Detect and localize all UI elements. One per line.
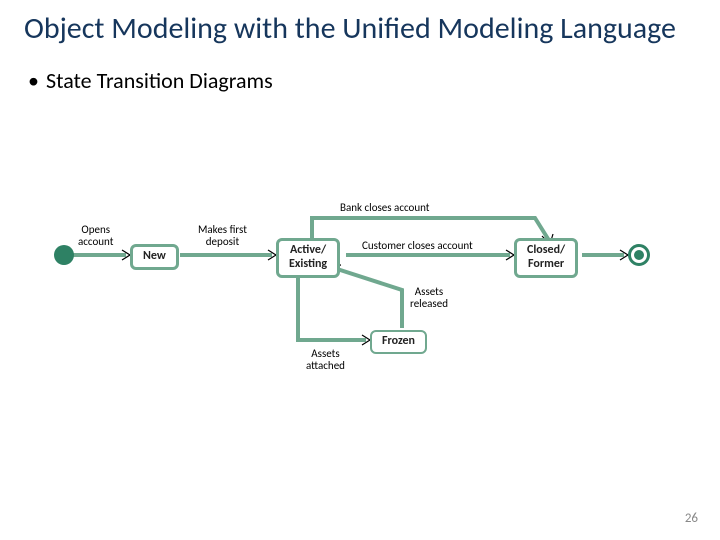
label-line: Assets	[311, 347, 339, 360]
label-line: Opens	[81, 223, 110, 236]
label-line: attached	[306, 359, 345, 372]
label-line: Makes first	[198, 223, 247, 236]
transition-assets-attached: Assets attached	[306, 348, 345, 372]
label-line: released	[410, 297, 448, 310]
label-line: account	[78, 235, 113, 248]
transition-customer-closes: Customer closes account	[362, 240, 473, 252]
transition-bank-closes: Bank closes account	[340, 202, 429, 214]
label-line: Assets	[415, 285, 443, 298]
state-active-label-1: Active/	[290, 243, 326, 257]
state-new: New	[130, 244, 179, 270]
final-state-icon	[628, 244, 650, 266]
label-line: Customer closes account	[362, 239, 473, 252]
state-closed-label-2: Former	[528, 257, 564, 271]
slide-title: Object Modeling with the Unified Modelin…	[0, 0, 720, 53]
bullet-item: •State Transition Diagrams	[0, 53, 720, 94]
transition-assets-released: Assets released	[410, 286, 448, 310]
label-line: Bank closes account	[340, 201, 429, 214]
label-line: deposit	[206, 235, 239, 248]
state-closed-label-1: Closed/	[527, 243, 565, 257]
diagram-connectors	[50, 200, 670, 400]
initial-state-icon	[54, 245, 74, 265]
state-transition-diagram: New Active/ Existing Frozen Closed/ Form…	[50, 200, 670, 400]
transition-makes-first-deposit: Makes first deposit	[198, 224, 247, 248]
state-active: Active/ Existing	[276, 238, 340, 278]
bullet-dot: •	[28, 67, 46, 94]
state-frozen: Frozen	[370, 330, 427, 354]
bullet-text: State Transition Diagrams	[46, 67, 273, 94]
state-closed: Closed/ Former	[514, 238, 578, 278]
transition-opens-account: Opens account	[78, 224, 113, 248]
state-active-label-2: Existing	[289, 257, 327, 271]
state-frozen-label: Frozen	[382, 334, 415, 348]
page-number: 26	[685, 511, 698, 526]
state-new-label: New	[143, 249, 166, 263]
